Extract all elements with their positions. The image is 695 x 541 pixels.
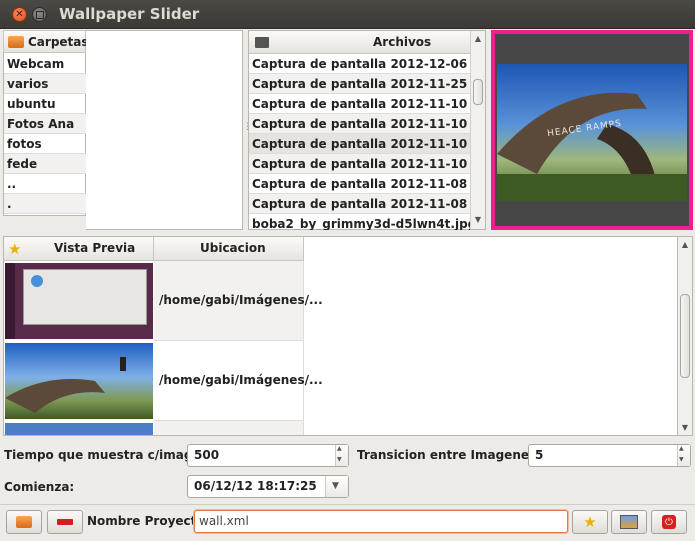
files-header-label: Archivos (373, 35, 432, 49)
slides-table: ★ Vista Previa Ubicacion /home/gabi/Imág… (3, 236, 693, 436)
time-label: Tiempo que muestra c/imagen: (4, 448, 214, 462)
slides-col-preview-header[interactable]: ★ Vista Previa (4, 237, 154, 261)
scroll-up-icon[interactable]: ▲ (471, 34, 485, 43)
folder-item[interactable]: varios (4, 74, 86, 94)
slide-location: /home/gabi/Imágenes/... (159, 293, 323, 307)
slides-col-preview-label: Vista Previa (54, 241, 136, 255)
folder-item[interactable]: . (4, 194, 86, 214)
file-item[interactable]: Captura de pantalla 2012-11-10 22:0 (249, 94, 470, 114)
folder-item[interactable]: fede (4, 154, 86, 174)
preview-image: HEACE RAMPS (497, 64, 687, 201)
spin-up-icon[interactable]: ▲ (679, 445, 684, 452)
slide-location: /home/gabi/Imágenes/... (159, 373, 323, 387)
folders-list[interactable]: Webcam varios ubuntu Fotos Ana fotos fed… (3, 53, 86, 216)
remove-button[interactable] (47, 510, 83, 534)
files-scroll-thumb[interactable] (473, 79, 483, 105)
scroll-down-icon[interactable]: ▼ (678, 423, 692, 432)
file-item[interactable]: Captura de pantalla 2012-11-08 22:0 (249, 174, 470, 194)
spin-down-icon[interactable]: ▼ (337, 456, 342, 463)
image-icon (620, 515, 638, 529)
folders-header[interactable]: Carpetas (3, 30, 89, 53)
slide-thumb-partial[interactable] (5, 423, 153, 435)
film-icon (255, 37, 269, 48)
skate-thumb-image (5, 357, 126, 413)
table-row[interactable]: /home/gabi/Imágenes/... (154, 261, 323, 341)
open-folder-button[interactable] (6, 510, 42, 534)
start-dropdown-button[interactable]: ▼ (325, 476, 348, 497)
chevron-down-icon: ▼ (332, 481, 339, 491)
slide-thumb-desktop[interactable] (5, 263, 153, 339)
star-icon: ★ (583, 513, 597, 531)
transition-label: Transicion entre Imagenes: (357, 448, 541, 462)
transition-value: 5 (535, 448, 544, 462)
project-name-input[interactable]: wall.xml (194, 510, 568, 533)
slide-thumb-skate[interactable] (5, 343, 153, 419)
wallpaper-preview: HEACE RAMPS (491, 30, 693, 230)
file-item[interactable]: Captura de pantalla 2012-11-10 22:0 (249, 114, 470, 134)
power-icon: ⏻ (662, 515, 676, 529)
close-icon: ✕ (15, 8, 24, 20)
set-wallpaper-button[interactable] (611, 510, 647, 534)
spin-down-icon[interactable]: ▼ (679, 456, 684, 463)
transition-spinbox[interactable]: 5 ▲ ▼ (528, 444, 691, 467)
slides-scrollbar[interactable]: ▲ ▼ (677, 236, 693, 436)
folder-icon (16, 516, 32, 528)
start-combobox[interactable]: 06/12/12 18:17:25 ▼ (187, 475, 349, 498)
file-item[interactable]: Captura de pantalla 2012-12-06 16:1 (249, 54, 470, 74)
spin-up-icon[interactable]: ▲ (337, 445, 342, 452)
project-label: Nombre Proyecto: (87, 514, 210, 528)
time-value: 500 (194, 448, 220, 462)
transition-spin-buttons[interactable]: ▲ ▼ (677, 445, 690, 466)
files-header[interactable]: Archivos (249, 31, 470, 54)
folder-item[interactable]: Fotos Ana (4, 114, 86, 134)
minimize-window-button[interactable] (32, 7, 47, 22)
scroll-down-icon[interactable]: ▼ (471, 215, 485, 224)
close-window-button[interactable]: ✕ (12, 7, 27, 22)
time-spin-buttons[interactable]: ▲ ▼ (335, 445, 348, 466)
file-item[interactable]: Captura de pantalla 2012-11-25 19:5 (249, 74, 470, 94)
folders-panel: Carpetas Webcam varios ubuntu Fotos Ana … (3, 30, 243, 230)
favorite-button[interactable]: ★ (572, 510, 608, 534)
files-panel: Archivos Captura de pantalla 2012-12-06 … (248, 30, 486, 230)
file-item[interactable]: Captura de pantalla 2012-11-08 22:0 (249, 194, 470, 214)
file-item[interactable]: Captura de pantalla 2012-11-10 22:0 (249, 134, 470, 154)
star-icon: ★ (8, 240, 22, 258)
slides-col-location-label: Ubicacion (200, 241, 266, 255)
folder-item[interactable]: ubuntu (4, 94, 86, 114)
table-row[interactable] (154, 421, 304, 435)
minus-icon (57, 519, 73, 525)
folder-icon (8, 36, 24, 48)
slides-col-location-header[interactable]: Ubicacion (154, 237, 304, 261)
quit-button[interactable]: ⏻ (651, 510, 687, 534)
slides-scroll-thumb[interactable] (680, 294, 690, 378)
folders-empty-area (86, 30, 243, 230)
file-item[interactable]: boba2_by_grimmy3d-d5lwn4t.jpg (249, 214, 470, 230)
minimize-icon (35, 10, 44, 19)
files-scrollbar[interactable]: ▲ ▼ (470, 31, 485, 229)
folder-item[interactable]: .. (4, 174, 86, 194)
start-value: 06/12/12 18:17:25 (194, 479, 317, 493)
project-name-value: wall.xml (199, 514, 249, 528)
start-label: Comienza: (4, 480, 75, 494)
window-title: Wallpaper Slider (59, 5, 200, 23)
time-spinbox[interactable]: 500 ▲ ▼ (187, 444, 349, 467)
folder-item[interactable]: Webcam (4, 54, 86, 74)
scroll-up-icon[interactable]: ▲ (678, 240, 692, 249)
folder-item[interactable]: fotos (4, 134, 86, 154)
table-row[interactable]: /home/gabi/Imágenes/... (154, 341, 323, 421)
file-item[interactable]: Captura de pantalla 2012-11-10 22:0 (249, 154, 470, 174)
folders-header-label: Carpetas (28, 35, 89, 49)
